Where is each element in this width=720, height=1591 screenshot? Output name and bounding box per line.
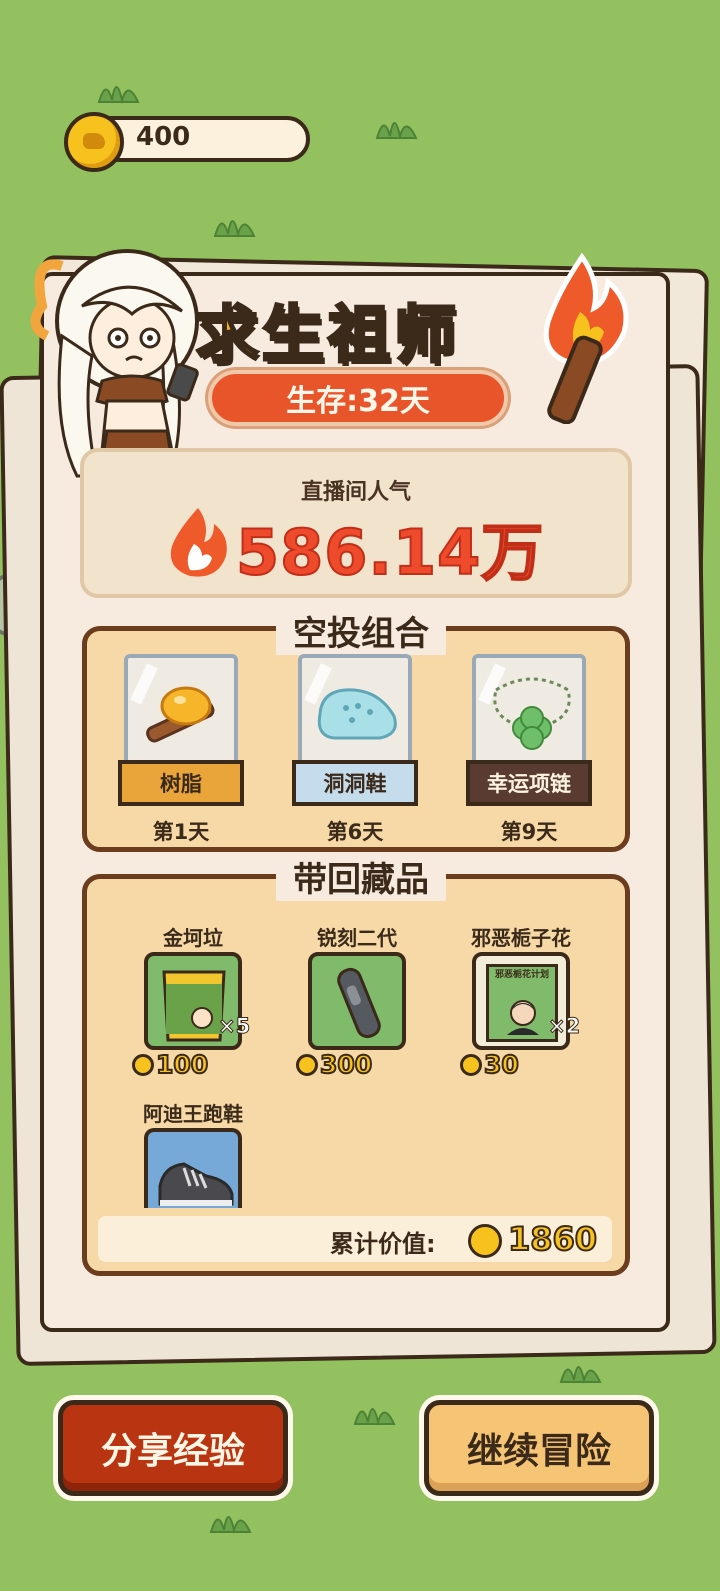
popularity-value: 586.14万: [235, 515, 545, 590]
collection-item-name: 邪恶栀子花: [471, 926, 571, 950]
survival-days-badge: 生存:32天: [208, 370, 508, 426]
grass-tuft-icon: [375, 122, 418, 140]
coin-icon: [468, 1224, 502, 1258]
collection-item-name: 金坷垃: [163, 926, 223, 950]
airdrop-item-card[interactable]: [298, 654, 412, 770]
airdrop-title: 空投组合: [276, 606, 446, 655]
item-price: 300: [296, 1049, 373, 1080]
item-price: 30: [460, 1049, 520, 1080]
airdrop-day-label: 第9天: [500, 820, 558, 844]
airdrop-item-name: 幸运项链: [466, 760, 592, 806]
item-price-value: 300: [319, 1049, 373, 1080]
grass-tuft-icon: [97, 86, 140, 104]
grass-tuft-icon: [209, 1516, 252, 1534]
airdrop-day-label: 第1天: [152, 820, 210, 844]
coin-icon: [132, 1053, 154, 1076]
total-value-label: 累计价值:: [330, 1230, 436, 1258]
airdrop-day-label: 第6天: [326, 820, 384, 844]
collection-item-name: 阿迪王跑鞋: [143, 1102, 243, 1126]
item-price-value: 30: [483, 1049, 520, 1080]
collection-item-card[interactable]: [308, 952, 406, 1050]
page-title: 求生祖师: [194, 297, 461, 373]
coin-amount: 400: [136, 122, 191, 152]
item-price-value: 100: [155, 1049, 209, 1080]
airdrop-item-card[interactable]: [472, 654, 586, 770]
airdrop-item-name: 树脂: [118, 760, 244, 806]
share-experience-button[interactable]: 分享经验: [58, 1400, 288, 1496]
airdrop-item-card[interactable]: [124, 654, 238, 770]
grass-tuft-icon: [353, 1408, 396, 1426]
grass-tuft-icon: [213, 220, 256, 238]
item-price: 100: [132, 1049, 209, 1080]
clog-shoe-icon: [317, 688, 397, 740]
coin-icon: [296, 1053, 318, 1076]
e-cigarette-icon: [337, 967, 381, 1039]
collection-item-name: 锐刻二代: [317, 926, 397, 950]
portrait-face-icon: [507, 1000, 539, 1035]
game-screen: { "header": { "coins": "400" }, "result"…: [0, 0, 720, 1591]
resin-icon: [146, 686, 215, 743]
collection-item-card[interactable]: [144, 1128, 242, 1208]
collection-title: 带回藏品: [276, 852, 446, 901]
fire-icon: [170, 508, 227, 577]
airdrop-item-name: 洞洞鞋: [292, 760, 418, 806]
coin-icon: [64, 112, 124, 172]
survivor-character-icon: [30, 249, 199, 478]
sneakers-icon: [158, 1162, 234, 1206]
item-count: ×5: [217, 1014, 251, 1039]
portrait-caption: 邪恶栀花计划: [494, 970, 549, 980]
torch-icon: [543, 252, 629, 424]
item-count: ×2: [547, 1014, 581, 1039]
lucky-necklace-icon: [493, 677, 571, 750]
coin-icon: [460, 1053, 482, 1076]
continue-adventure-button[interactable]: 继续冒险: [424, 1400, 654, 1496]
total-value: 1860: [507, 1219, 598, 1259]
